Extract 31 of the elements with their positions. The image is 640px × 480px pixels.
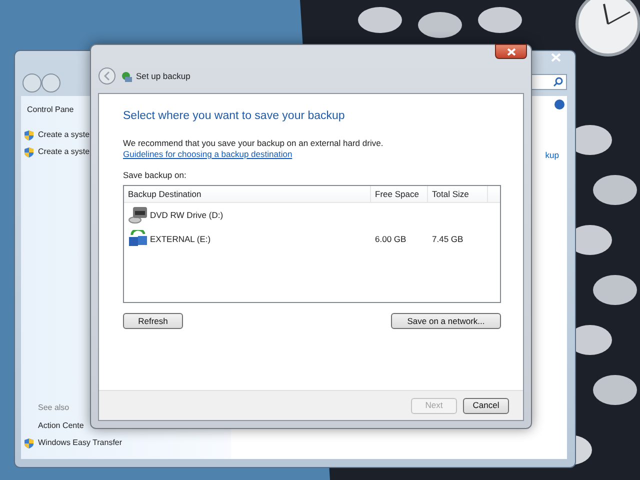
free-space: 6.00 GB <box>375 234 406 244</box>
help-icon[interactable] <box>554 99 565 110</box>
network-button[interactable]: Save on a network... <box>391 313 501 330</box>
network-drive-icon <box>128 230 148 248</box>
cancel-button[interactable]: Cancel <box>463 398 509 414</box>
list-label: Save backup on: <box>123 168 188 182</box>
drive-name[interactable]: EXTERNAL (E:) <box>150 232 211 246</box>
back-button[interactable] <box>22 73 62 93</box>
task-link[interactable]: Windows Easy Transfer <box>38 437 122 449</box>
task-link[interactable]: Create a syste <box>38 146 90 158</box>
task-link[interactable]: kup <box>545 149 559 162</box>
refresh-button[interactable]: Refresh <box>123 313 183 330</box>
intro-text: We recommend that you save your backup on an external hard drive. <box>123 138 384 148</box>
total-size: 7.45 GB <box>432 234 464 244</box>
column-header[interactable]: Free Space <box>375 188 419 201</box>
column-header[interactable]: Total Size <box>432 188 469 201</box>
close-icon <box>506 48 516 56</box>
close-icon[interactable] <box>551 53 561 62</box>
window-title: Set up backup <box>136 70 190 83</box>
column-header[interactable]: Backup Destination <box>128 188 202 201</box>
task-link[interactable]: Create a syste <box>38 129 90 141</box>
drive-name[interactable]: DVD RW Drive (D:) <box>150 208 224 222</box>
back-button[interactable] <box>98 67 116 85</box>
backup-icon <box>121 70 132 82</box>
section-heading: See also <box>38 402 70 414</box>
disc-drive-icon <box>128 206 148 224</box>
search-icon <box>553 77 563 87</box>
guidelines-link[interactable]: Guidelines for choosing a backup destination <box>123 148 292 159</box>
dialog-heading: Select where you want to save your backup <box>123 109 346 124</box>
close-button[interactable] <box>495 44 527 59</box>
task-link[interactable]: Action Cente <box>38 420 84 432</box>
